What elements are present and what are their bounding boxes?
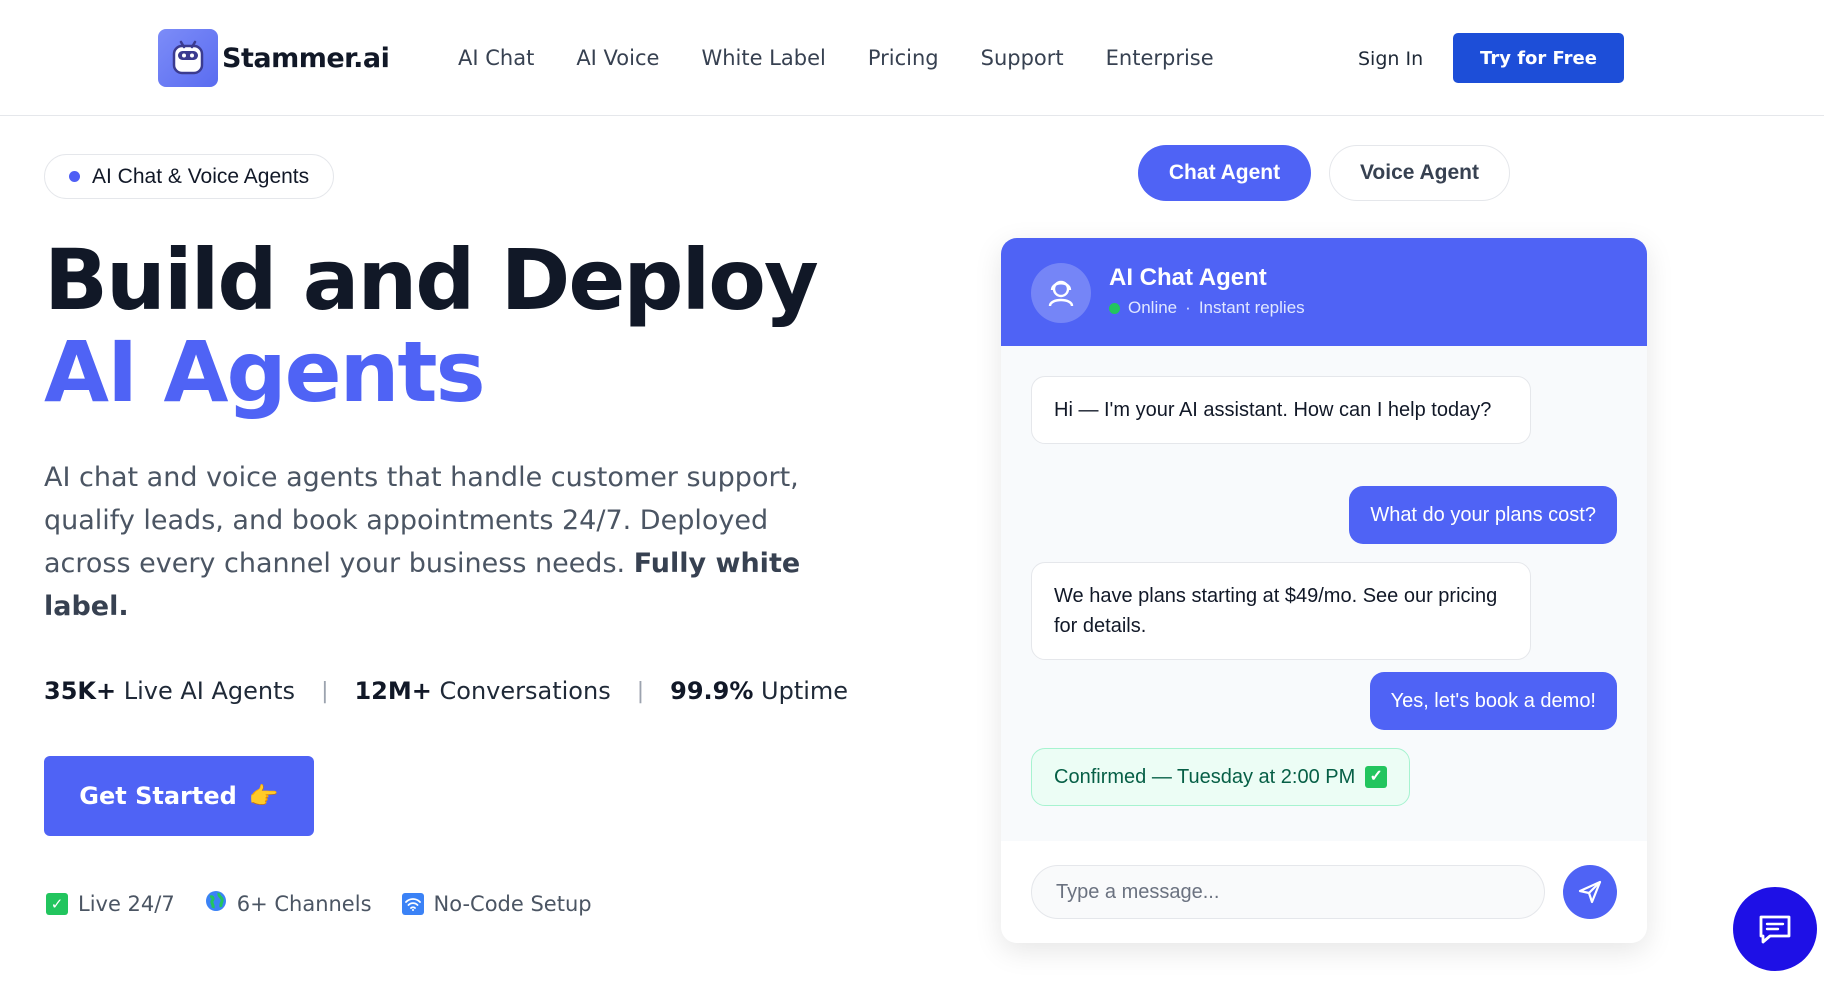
hero-description: AI chat and voice agents that handle cus… <box>44 456 824 628</box>
badge-label: AI Chat & Voice Agents <box>92 164 310 188</box>
stat-divider: | <box>636 678 645 704</box>
chat-bubble-icon <box>1759 915 1791 944</box>
chat-message-user: What do your plans cost? <box>1349 486 1617 544</box>
feature-item: 6+ Channels <box>205 890 372 917</box>
hero-title-accent: AI Agents <box>44 323 486 421</box>
agent-name: AI Chat Agent <box>1109 264 1267 291</box>
tab-chat-agent[interactable]: Chat Agent <box>1138 145 1311 201</box>
hero-title: Build and Deploy <box>44 231 819 329</box>
chat-message-bot: We have plans starting at $49/mo. See ou… <box>1031 562 1531 660</box>
brand-logo[interactable]: Stammer.ai <box>158 29 390 87</box>
sign-in-link[interactable]: Sign In <box>1358 48 1423 70</box>
pointing-hand-icon: 👉 <box>248 782 279 810</box>
online-dot <box>1109 302 1120 314</box>
feature-item: No-Code Setup <box>401 890 592 917</box>
nav-pricing[interactable]: Pricing <box>868 46 939 70</box>
feature-label: Live 24/7 <box>78 891 175 916</box>
stat-agents: 35K+ Live AI Agents <box>44 677 295 705</box>
chat-launcher-button[interactable] <box>1733 887 1817 971</box>
feature-label: No-Code Setup <box>433 891 592 916</box>
feature-label: 6+ Channels <box>236 891 372 916</box>
booking-confirmation: Confirmed — Tuesday at 2:00 PM ✓ <box>1031 748 1411 806</box>
stat-label: Conversations <box>439 677 611 705</box>
stat-conversations: 12M+ Conversations <box>354 677 610 705</box>
stat-value: 99.9% <box>670 677 754 705</box>
chat-widget-demo: AI Chat Agent Online · Instant replies H… <box>1001 238 1647 943</box>
stat-divider: | <box>321 678 329 704</box>
nav-white-label[interactable]: White Label <box>701 46 825 70</box>
main-nav: AI Chat AI Voice White Label Pricing Sup… <box>458 46 1214 70</box>
nav-ai-chat[interactable]: AI Chat <box>458 46 534 70</box>
stat-label: Live AI Agents <box>123 677 296 705</box>
try-for-free-button[interactable]: Try for Free <box>1453 33 1624 83</box>
chat-message-user: Yes, let's book a demo! <box>1369 672 1617 730</box>
check-icon: ✓ <box>46 892 68 915</box>
check-icon: ✓ <box>1365 766 1388 788</box>
brand-name: Stammer.ai <box>222 42 390 74</box>
site-header: Stammer.ai AI Chat AI Voice White Label … <box>0 0 1824 116</box>
user-headset-icon <box>1048 280 1074 307</box>
stat-uptime: 99.9% Uptime <box>670 677 848 705</box>
stat-value: 35K+ <box>44 677 117 705</box>
confirmation-text: Confirmed — Tuesday at 2:00 PM <box>1054 766 1356 788</box>
hero-badge: AI Chat & Voice Agents <box>44 154 335 199</box>
nav-ai-voice[interactable]: AI Voice <box>576 46 659 70</box>
nav-support[interactable]: Support <box>981 46 1064 70</box>
agent-avatar <box>1031 263 1091 323</box>
stat-value: 12M+ <box>354 677 432 705</box>
status-online: Online <box>1128 298 1178 317</box>
send-button[interactable] <box>1563 865 1617 919</box>
chat-composer <box>1001 841 1647 943</box>
feature-item: ✓ Live 24/7 <box>46 890 175 917</box>
wifi-icon <box>401 892 424 915</box>
globe-icon <box>205 890 227 917</box>
stats-row: 35K+ Live AI Agents | 12M+ Conversations… <box>44 677 848 705</box>
feature-list: ✓ Live 24/7 6+ Channels No-Code Setup <box>46 890 592 917</box>
agent-status: Online · Instant replies <box>1109 298 1305 318</box>
tab-voice-agent[interactable]: Voice Agent <box>1329 145 1510 201</box>
send-icon <box>1578 880 1602 904</box>
get-started-label: Get Started <box>79 782 237 810</box>
badge-dot <box>69 171 80 182</box>
nav-enterprise[interactable]: Enterprise <box>1106 46 1214 70</box>
get-started-button[interactable]: Get Started 👉 <box>44 756 314 836</box>
stat-label: Uptime <box>761 677 849 705</box>
chat-header: AI Chat Agent Online · Instant replies <box>1001 238 1647 346</box>
chat-message-bot: Hi — I'm your AI assistant. How can I he… <box>1031 376 1531 444</box>
status-separator: · <box>1185 298 1191 317</box>
owl-logo-icon <box>158 29 218 87</box>
status-detail: Instant replies <box>1198 298 1305 317</box>
message-input[interactable] <box>1031 865 1545 919</box>
